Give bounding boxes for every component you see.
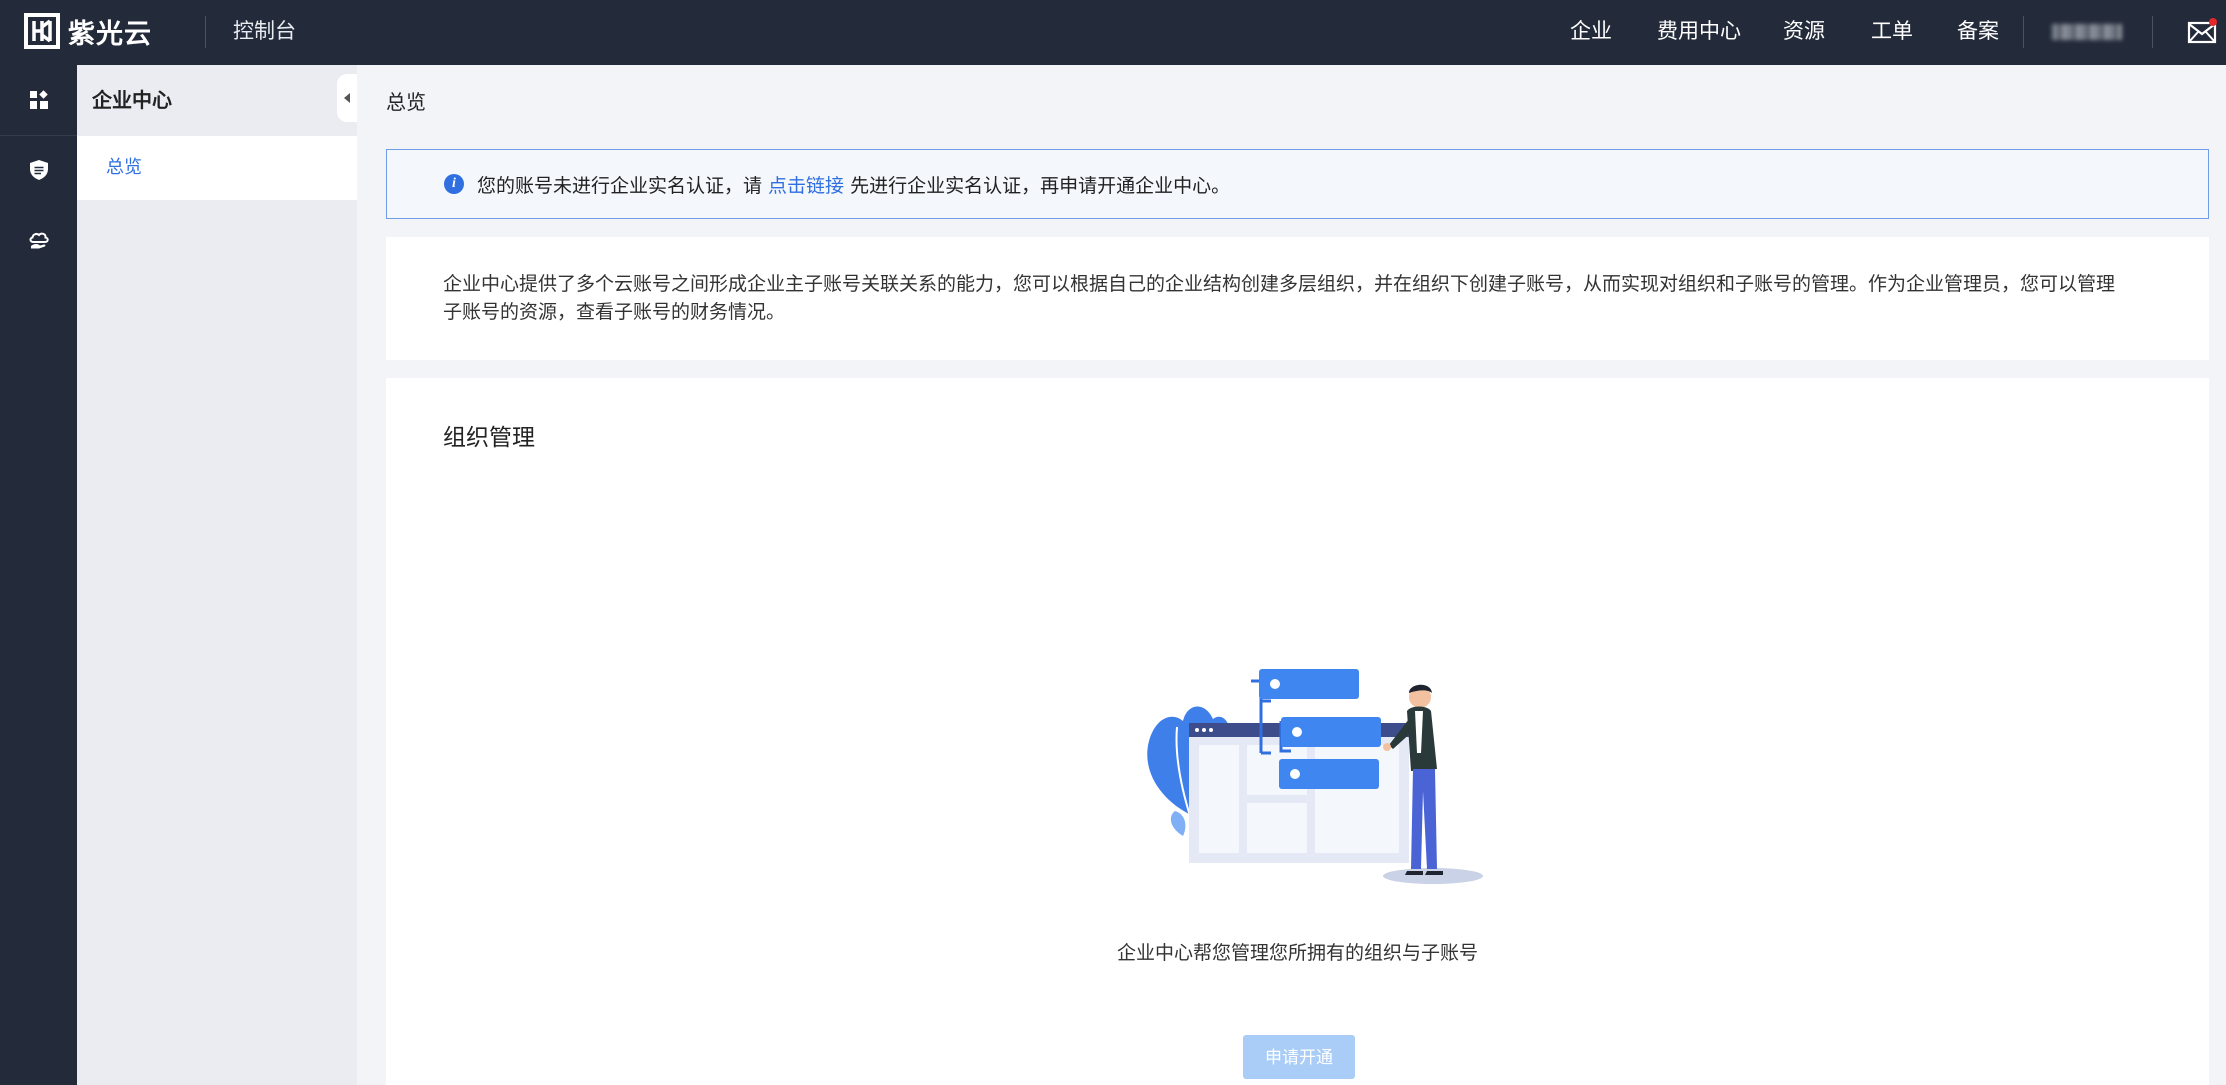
page-title: 总览 [386,90,426,114]
nav-enterprise[interactable]: 企业 [1570,0,1612,65]
notice-text: 您的账号未进行企业实名认证，请 点击链接 先进行企业实名认证，再申请开通企业中心… [477,171,1230,198]
org-illustration [1147,669,1483,884]
notice-text-after: 先进行企业实名认证，再申请开通企业中心。 [844,174,1231,197]
mail-icon[interactable] [2187,17,2217,47]
info-icon: i [444,174,464,194]
user-account-menu[interactable] [2052,24,2122,40]
sidebar-header: 企业中心 [77,65,357,135]
nav-filing[interactable]: 备案 [1957,0,1999,65]
top-bar: 紫光云 控制台 企业 费用中心 资源 工单 备案 [0,0,2226,65]
verification-notice: i 您的账号未进行企业实名认证，请 点击链接 先进行企业实名认证，再申请开通企业… [386,149,2209,219]
icon-rail [0,65,77,1085]
cloud-hand-icon [29,232,49,249]
chevron-left-icon [344,93,350,103]
sidebar-title: 企业中心 [92,88,172,112]
section-title: 组织管理 [443,425,535,451]
verification-link[interactable]: 点击链接 [768,175,844,197]
nav-resources[interactable]: 资源 [1783,0,1825,65]
sidebar: 企业中心 总览 [77,65,357,1085]
sidebar-item-label: 总览 [106,157,142,178]
divider [2152,16,2153,48]
nav-tickets[interactable]: 工单 [1871,0,1913,65]
brand-mark-icon [24,13,60,49]
console-link[interactable]: 控制台 [233,0,296,65]
dashboard-icon [29,90,48,109]
org-management-card: 组织管理 企业中心帮您管理您所拥有的组织与子账号 申请开通 [386,378,2209,1085]
shield-icon [29,160,48,180]
apply-activation-button[interactable]: 申请开通 [1243,1035,1355,1079]
rail-security[interactable] [0,135,77,205]
nav-billing-center[interactable]: 费用中心 [1657,0,1741,65]
divider [205,16,206,48]
brand-logo[interactable]: 紫光云 [24,11,152,51]
brand-name: 紫光云 [68,18,152,50]
description-card: 企业中心提供了多个云账号之间形成企业主子账号关联关系的能力，您可以根据自己的企业… [386,237,2209,360]
sidebar-item-overview[interactable]: 总览 [77,136,357,200]
rail-cloud-service[interactable] [0,205,77,275]
divider [2023,16,2024,48]
rail-dashboard[interactable] [0,65,77,135]
org-caption: 企业中心帮您管理您所拥有的组织与子账号 [1116,942,1478,964]
description-text: 企业中心提供了多个云账号之间形成企业主子账号关联关系的能力，您可以根据自己的企业… [443,273,2116,323]
sidebar-collapse-button[interactable] [337,74,357,122]
notice-text-before: 您的账号未进行企业实名认证，请 [477,174,769,197]
